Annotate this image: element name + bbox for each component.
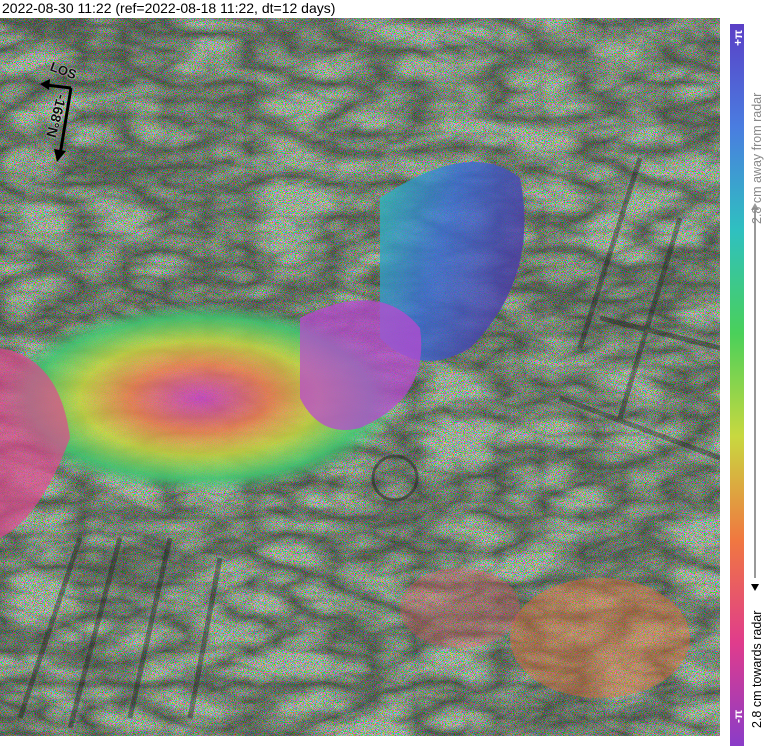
colorbar-gradient [730, 24, 744, 746]
colorbar-max-label: +π [731, 29, 745, 47]
away-arrow [754, 208, 756, 578]
image-title: 2022-08-30 11:22 (ref=2022-08-18 11:22, … [2, 0, 336, 16]
colorbar-min-label: -π [731, 709, 745, 723]
towards-radar-label: 2.8 cm towards radar [750, 610, 764, 728]
interferogram-image: LOS -168°N [0, 18, 720, 736]
compass: LOS -168°N [36, 59, 106, 163]
colorbar: +π -π 2.8 cm away from radar 2.8 cm towa… [720, 18, 769, 746]
away-from-radar-label: 2.8 cm away from radar [750, 92, 764, 224]
